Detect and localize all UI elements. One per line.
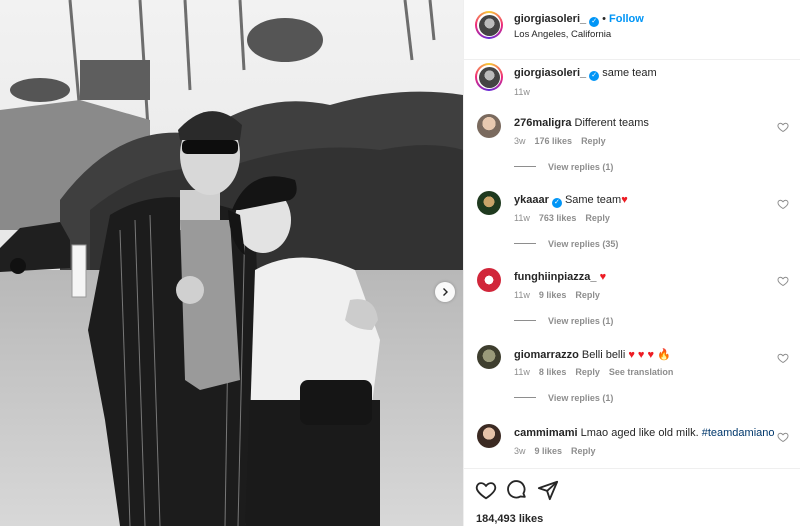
comment-time: 11w	[514, 367, 530, 377]
view-replies-label: View replies (1)	[548, 316, 614, 326]
verified-badge-icon: ✓	[551, 198, 562, 208]
post-photo	[0, 0, 463, 526]
comment-likes[interactable]: 9 likes	[535, 446, 563, 456]
next-photo-button[interactable]	[435, 282, 455, 302]
comment-avatar[interactable]	[477, 345, 501, 369]
post-header: giorgiasoleri_ ✓ • Follow Los Angeles, Cali…	[464, 0, 800, 60]
comment-username[interactable]: 276maligra	[514, 117, 571, 129]
comment-meta: 3w 9 likes Reply	[514, 446, 605, 456]
verified-badge-icon: ✓	[589, 17, 600, 27]
comment-body: Different teams	[574, 117, 649, 129]
reply-button[interactable]: Reply	[575, 367, 600, 377]
author-avatar[interactable]	[475, 11, 503, 39]
reply-button[interactable]: Reply	[575, 290, 600, 300]
comment-text: cammimami Lmao aged like old milk. #team…	[514, 427, 775, 439]
post-caption: giorgiasoleri_ ✓ same team 11w	[464, 60, 800, 104]
comment-icon[interactable]	[506, 479, 528, 501]
comment-body: Belli belli	[581, 349, 626, 361]
caption-avatar[interactable]	[475, 63, 503, 91]
view-replies-button[interactable]: View replies (1)	[514, 162, 613, 172]
post-side-panel: giorgiasoleri_ ✓ • Follow Los Angeles, Cali…	[463, 0, 800, 526]
author-line: giorgiasoleri_ ✓ • Follow	[514, 13, 644, 27]
separator-dot: •	[602, 13, 606, 25]
comment-avatar[interactable]	[477, 424, 501, 448]
heart-icon[interactable]	[777, 431, 789, 443]
comment-likes[interactable]: 176 likes	[535, 136, 573, 146]
view-replies-button[interactable]: View replies (1)	[514, 316, 613, 326]
comment-likes[interactable]: 763 likes	[539, 213, 577, 223]
comment-text: giomarrazzo Belli belli ♥ ♥ ♥ 🔥	[514, 348, 671, 361]
view-replies-label: View replies (1)	[548, 393, 614, 403]
comment-username[interactable]: giomarrazzo	[514, 349, 579, 361]
follow-button[interactable]: Follow	[609, 13, 644, 25]
post-location[interactable]: Los Angeles, California	[514, 29, 611, 40]
comment-time: 11w	[514, 213, 530, 223]
view-replies-label: View replies (1)	[548, 162, 614, 172]
view-replies-button[interactable]: View replies (35)	[514, 239, 618, 249]
caption-text: giorgiasoleri_ ✓ same team	[514, 67, 657, 81]
see-translation-button[interactable]: See translation	[609, 367, 674, 377]
view-replies-button[interactable]: View replies (1)	[514, 393, 613, 403]
comment-meta: 11w 8 likes Reply See translation	[514, 367, 682, 377]
comment-time: 3w	[514, 136, 526, 146]
reply-button[interactable]: Reply	[585, 213, 610, 223]
comment-time: 3w	[514, 446, 526, 456]
heart-icon[interactable]	[475, 479, 497, 501]
heart-icon[interactable]	[777, 275, 789, 287]
caption-body: same team	[602, 67, 657, 79]
author-username[interactable]: giorgiasoleri_	[514, 13, 586, 25]
reply-button[interactable]: Reply	[581, 136, 606, 146]
chevron-right-icon	[443, 288, 448, 296]
caption-time: 11w	[514, 87, 530, 97]
comment-avatar[interactable]	[477, 268, 501, 292]
comment-meta: 3w 176 likes Reply	[514, 136, 615, 146]
comment-meta: 11w 763 likes Reply	[514, 213, 619, 223]
comment-text: ykaaar ✓ Same team♥	[514, 194, 628, 208]
caption-username[interactable]: giorgiasoleri_	[514, 67, 586, 79]
heart-icon[interactable]	[777, 198, 789, 210]
heart-emoji: ♥	[621, 194, 628, 206]
comment-avatar[interactable]	[477, 191, 501, 215]
view-replies-label: View replies (35)	[548, 239, 619, 249]
comment-time: 11w	[514, 290, 530, 300]
comment-text: 276maligra Different teams	[514, 117, 649, 129]
comment-meta: 11w 9 likes Reply	[514, 290, 609, 300]
comment-body: Lmao aged like old milk.	[580, 427, 699, 439]
comment-avatar[interactable]	[477, 114, 501, 138]
comment-username[interactable]: funghiinpiazza_	[514, 271, 597, 283]
photo-illustration	[0, 0, 463, 526]
hashtag-link[interactable]: #teamdamiano	[702, 427, 775, 439]
comment-likes[interactable]: 9 likes	[539, 290, 567, 300]
comment-text: funghiinpiazza_ ♥	[514, 271, 606, 283]
post-likes-count[interactable]: 184,493 likes	[476, 513, 543, 525]
verified-badge-icon: ✓	[589, 71, 600, 81]
heart-emoji: ♥ ♥ ♥ 🔥	[628, 349, 671, 361]
comment-username[interactable]: ykaaar	[514, 194, 549, 206]
heart-icon[interactable]	[777, 121, 789, 133]
reply-button[interactable]: Reply	[571, 446, 596, 456]
heart-icon[interactable]	[777, 352, 789, 364]
heart-emoji: ♥	[599, 271, 607, 283]
comment-username[interactable]: cammimami	[514, 427, 578, 439]
post-actions: 184,493 likes	[464, 468, 800, 526]
comment-likes[interactable]: 8 likes	[539, 367, 567, 377]
share-icon[interactable]	[537, 479, 559, 501]
comment-body: Same team	[564, 194, 622, 206]
